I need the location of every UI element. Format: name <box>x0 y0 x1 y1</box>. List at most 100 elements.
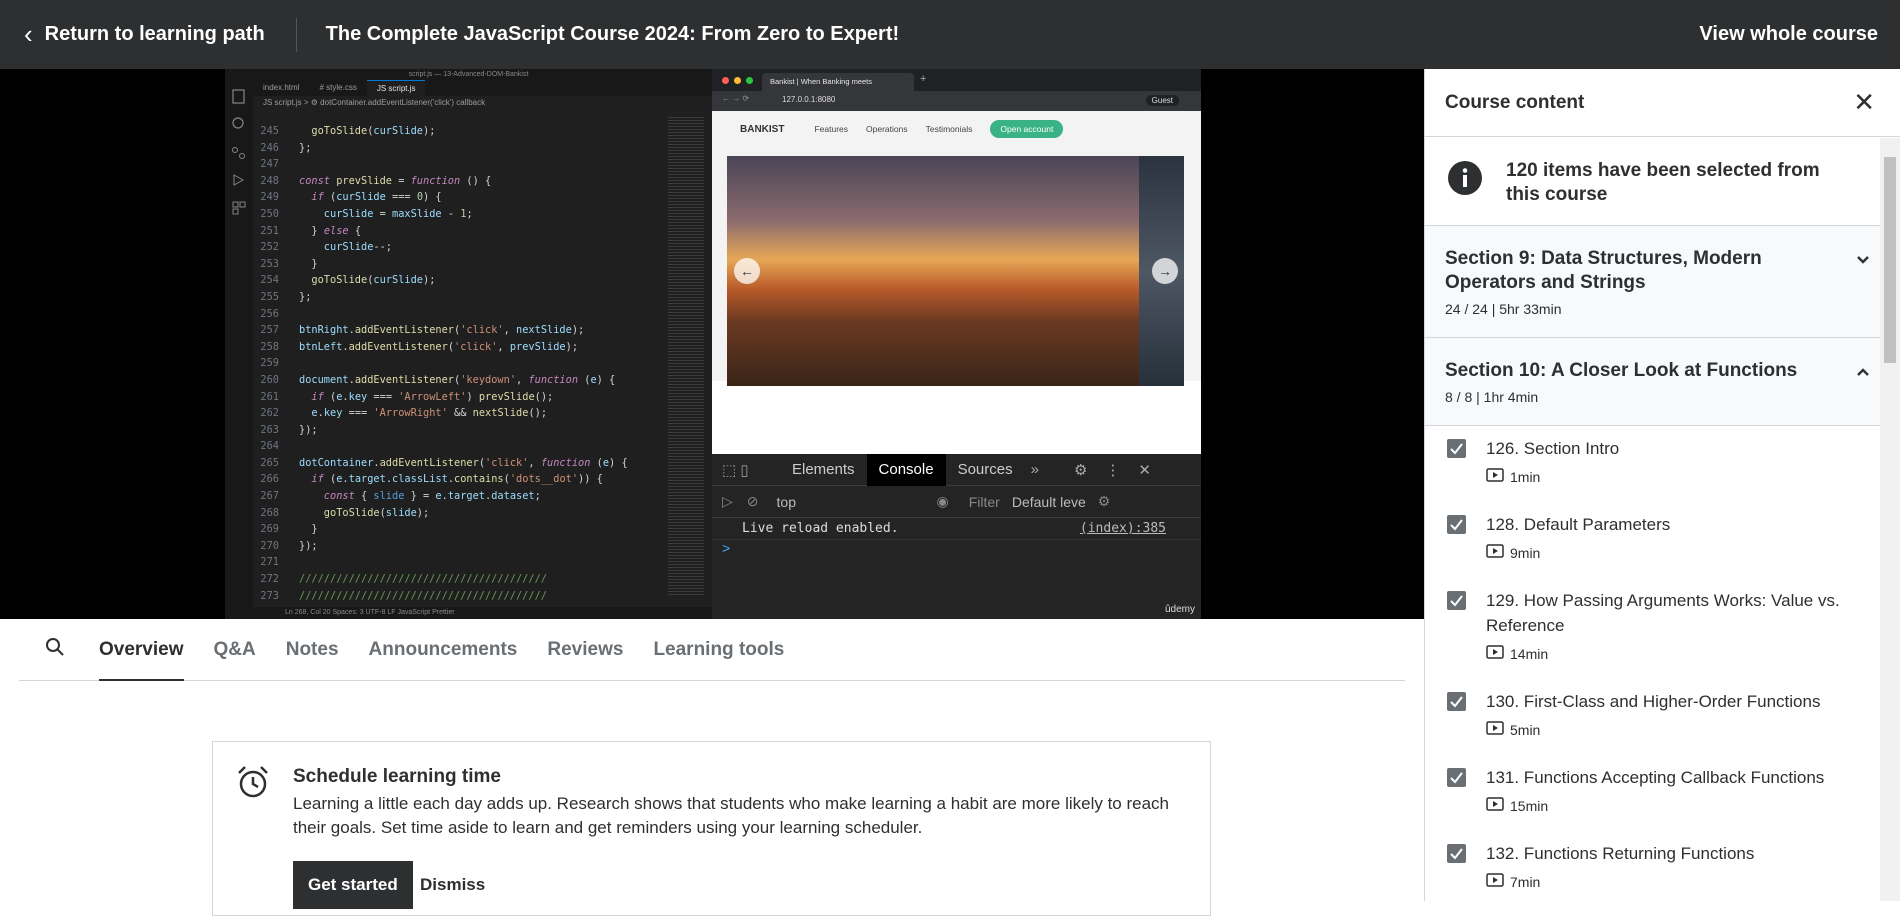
sidebar-toggle-icon: ▷ <box>722 493 733 509</box>
code-line: 262 e.key === 'ArrowRight' && nextSlide(… <box>260 407 548 420</box>
browser-url: 127.0.0.1:8080 <box>782 95 836 104</box>
code-line: 271 <box>260 556 279 569</box>
minimize-dot-icon <box>734 77 741 84</box>
return-to-learning-path-link[interactable]: ‹ Return to learning path <box>0 0 265 69</box>
checkbox-checked-icon[interactable] <box>1447 515 1466 534</box>
tab-notes[interactable]: Notes <box>286 619 339 681</box>
filter-input: Filter <box>968 493 1000 510</box>
devtools-tab-sources: Sources <box>957 460 1013 478</box>
checkbox-checked-icon[interactable] <box>1447 591 1466 610</box>
console-settings-icon: ⚙ <box>1097 493 1111 509</box>
code-line: 272/////////////////////////////////////… <box>260 573 547 586</box>
code-line: 258 btnLeft.addEventListener('click', pre… <box>260 340 579 353</box>
slider-left-arrow-icon: ← <box>734 258 760 284</box>
tab-overview[interactable]: Overview <box>99 619 184 681</box>
lecture-title: 132. Functions Returning Functions <box>1486 844 1755 863</box>
log-levels-select: Default leve <box>1011 493 1086 510</box>
vscode-window: script.js — 13-Advanced-DOM-Bankist inde… <box>225 69 712 619</box>
activity-icons <box>232 89 246 215</box>
schedule-description: Learning a little each day adds up. Rese… <box>293 794 1169 837</box>
browser-profile: Guest <box>1145 95 1179 106</box>
lecture-item[interactable]: 126. Section Intro 1min <box>1425 426 1900 502</box>
lecture-duration: 15min <box>1486 797 1548 814</box>
lecture-title: 128. Default Parameters <box>1486 515 1671 534</box>
video-icon <box>1486 645 1510 662</box>
code-line: 245 goToSlide(curSlide); <box>260 125 436 137</box>
schedule-title: Schedule learning time <box>293 766 501 787</box>
tab-qa[interactable]: Q&A <box>214 619 256 681</box>
chevron-up-icon <box>1856 364 1870 382</box>
video-icon <box>1486 721 1510 738</box>
lecture-duration: 9min <box>1486 544 1540 561</box>
alarm-clock-icon <box>235 764 271 805</box>
udemy-watermark: ûdemy <box>1164 604 1195 615</box>
lecture-item[interactable]: 132. Functions Returning Functions 7min <box>1425 831 1900 901</box>
code-line: 254 goToSlide(curSlide); <box>260 274 436 287</box>
maximize-dot-icon <box>746 77 753 84</box>
lecture-duration-text: 7min <box>1510 873 1541 890</box>
bankist-nav: BANKIST Features Operations Testimonials… <box>712 111 1201 147</box>
lecture-duration: 7min <box>1486 873 1540 890</box>
sidebar-scrollbar-thumb[interactable] <box>1884 157 1896 363</box>
checkbox-checked-icon[interactable] <box>1447 692 1466 711</box>
browser-tab-bar: Bankist | When Banking meets + <box>712 69 1201 91</box>
new-tab-icon: + <box>920 73 927 85</box>
section-header[interactable]: Section 9: Data Structures, Modern Opera… <box>1425 226 1900 338</box>
vscode-tab-style: # style.css <box>319 83 357 92</box>
lecture-item[interactable]: 131. Functions Accepting Callback Functi… <box>1425 755 1900 831</box>
vscode-title: script.js — 13-Advanced-DOM-Bankist <box>225 69 712 80</box>
lecture-duration: 1min <box>1486 468 1540 485</box>
checkbox-checked-icon[interactable] <box>1447 768 1466 787</box>
course-title[interactable]: The Complete JavaScript Course 2024: Fro… <box>326 23 900 46</box>
inspect-icon: ⬚ ▯ <box>722 461 749 479</box>
console-message-source: (index):385 <box>1079 521 1166 536</box>
lecture-item[interactable]: 128. Default Parameters 9min <box>1425 502 1900 578</box>
section-meta: 24 / 24 | 5hr 33min <box>1445 301 1562 317</box>
clear-console-icon: ⊘ <box>746 493 759 509</box>
code-line: 248 const prevSlide = function () { <box>260 174 492 187</box>
vscode-minimap <box>668 115 704 595</box>
search-icon[interactable] <box>45 637 83 662</box>
view-whole-course-link[interactable]: View whole course <box>1699 0 1878 69</box>
code-line: 260 document.addEventListener('keydown', … <box>260 373 616 386</box>
bankist-nav-link: Features <box>814 124 848 134</box>
lecture-duration-text: 14min <box>1510 645 1549 662</box>
tab-learning-tools[interactable]: Learning tools <box>653 619 784 681</box>
tab-reviews[interactable]: Reviews <box>547 619 623 681</box>
tab-announcements[interactable]: Announcements <box>369 619 518 681</box>
console-prompt: > <box>722 540 731 556</box>
section-header[interactable]: Section 10: A Closer Look at Functions 8… <box>1425 338 1900 426</box>
vscode-activity-bar <box>225 80 253 607</box>
code-line: 264 <box>260 440 279 453</box>
checkbox-checked-icon[interactable] <box>1447 844 1466 863</box>
more-tabs-icon: » <box>1030 461 1039 478</box>
video-player[interactable]: script.js — 13-Advanced-DOM-Bankist inde… <box>0 69 1424 619</box>
code-line: 253 } <box>260 257 318 270</box>
context-select: top <box>776 493 796 510</box>
section-title: Section 9: Data Structures, Modern Opera… <box>1445 248 1762 293</box>
close-icon[interactable]: ✕ <box>1853 87 1875 118</box>
close-dot-icon <box>722 77 729 84</box>
lecture-title: 131. Functions Accepting Callback Functi… <box>1486 768 1825 787</box>
code-line: 250 curSlide = maxSlide - 1; <box>260 207 473 220</box>
lecture-item[interactable]: 130. First-Class and Higher-Order Functi… <box>1425 679 1900 755</box>
code-line: 252 curSlide--; <box>260 241 393 254</box>
code-line: 261 if (e.key === 'ArrowLeft') prevSlide… <box>260 390 554 403</box>
slider-right-arrow-icon: → <box>1152 258 1178 284</box>
devtools-tab-console: Console <box>866 453 946 486</box>
vscode-tab-index: index.html <box>263 83 300 92</box>
lecture-duration-text: 1min <box>1510 468 1541 485</box>
video-icon <box>1486 873 1510 890</box>
dismiss-button[interactable]: Dismiss <box>420 875 485 895</box>
devtools-settings-icon: ⚙ <box>1073 461 1088 479</box>
code-line: 270}); <box>260 539 318 552</box>
section-title: Section 10: A Closer Look at Functions <box>1445 360 1798 381</box>
code-line: 256 <box>260 307 279 320</box>
code-line: 266 if (e.target.classList.contains('dot… <box>260 473 603 486</box>
lecture-item[interactable]: 129. How Passing Arguments Works: Value … <box>1425 578 1900 679</box>
code-line: 246}; <box>260 141 312 154</box>
get-started-button[interactable]: Get started <box>293 861 413 909</box>
checkbox-checked-icon[interactable] <box>1447 439 1466 458</box>
lecture-duration-text: 5min <box>1510 721 1541 738</box>
schedule-learning-card: Schedule learning time Learning a little… <box>212 741 1211 916</box>
